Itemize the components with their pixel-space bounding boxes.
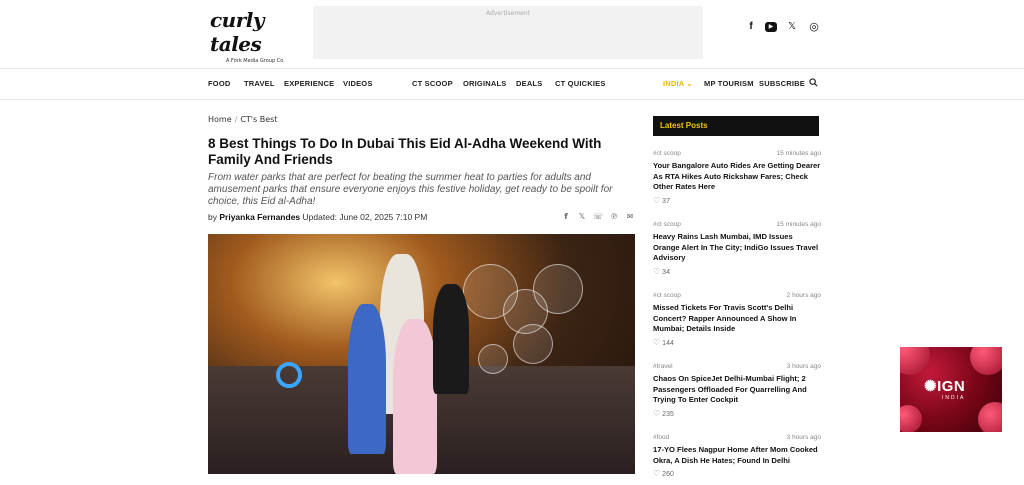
side-advertisement[interactable]: ✺IGN INDIA: [900, 347, 1002, 432]
post-time: 15 minutes ago: [776, 221, 821, 228]
ad-sub: INDIA: [942, 395, 966, 401]
nav-item-subscribe[interactable]: SUBSCRIBE: [759, 79, 805, 88]
nav-divider-top: [0, 68, 1024, 69]
region-selector[interactable]: INDIA ⌄: [663, 79, 693, 88]
nav-item-ct-quickies[interactable]: CT QUICKIES: [555, 79, 606, 88]
latest-post-item[interactable]: #ct scoop 2 hours ago Missed Tickets For …: [653, 292, 821, 347]
latest-post-item[interactable]: #ct scoop 15 minutes ago Your Bangalore A…: [653, 150, 821, 205]
share-email-icon[interactable]: ✉: [625, 212, 635, 222]
nav-item-mp-tourism[interactable]: MP TOURISM: [704, 79, 754, 88]
x-twitter-icon[interactable]: 𝕏: [786, 20, 798, 34]
heart-icon[interactable]: ♡: [653, 196, 660, 205]
latest-posts-heading: Latest Posts: [653, 116, 819, 136]
article-dek: From water parks that are perfect for be…: [208, 172, 613, 207]
author-link[interactable]: Priyanka Fernandes: [219, 212, 300, 222]
nav-item-experience[interactable]: EXPERIENCE: [284, 79, 334, 88]
post-title[interactable]: Heavy Rains Lash Mumbai, IMD Issues Oran…: [653, 232, 821, 264]
post-tag[interactable]: #travel: [653, 363, 673, 370]
post-time: 2 hours ago: [786, 292, 821, 299]
byline-prefix: by: [208, 212, 217, 222]
hero-figure-boy: [348, 304, 386, 454]
ad-brand: IGN: [937, 378, 966, 395]
hero-bubble: [513, 324, 553, 364]
ign-logo: ✺IGN: [924, 378, 966, 395]
top-advertisement[interactable]: Advertisement: [313, 6, 703, 59]
heart-icon[interactable]: ♡: [653, 469, 660, 478]
hero-bubble: [478, 344, 508, 374]
ad-orb: [978, 402, 1002, 432]
nav-item-videos[interactable]: VIDEOS: [343, 79, 373, 88]
search-icon[interactable]: [809, 78, 818, 87]
nav-item-travel[interactable]: TRAVEL: [244, 79, 275, 88]
article-title: 8 Best Things To Do In Dubai This Eid Al…: [208, 136, 602, 167]
article-hero-image: [208, 234, 635, 474]
updated-timestamp: Updated: June 02, 2025 7:10 PM: [302, 212, 428, 222]
nav-item-food[interactable]: FOOD: [208, 79, 230, 88]
heart-icon[interactable]: ♡: [653, 409, 660, 418]
share-pinterest-icon[interactable]: ℗: [609, 212, 619, 222]
nav-item-deals[interactable]: DEALS: [516, 79, 542, 88]
post-likes: 260: [662, 471, 674, 478]
ad-orb: [970, 347, 1002, 375]
post-likes: 144: [662, 339, 674, 347]
heart-icon[interactable]: ♡: [653, 338, 660, 347]
breadcrumb: Home / CT's Best: [208, 115, 277, 124]
logo-tagline: A Fork Media Group Co.: [226, 58, 285, 64]
logo-wordmark: curly tales: [210, 8, 264, 56]
post-tag[interactable]: #ct scoop: [653, 221, 681, 228]
latest-post-item[interactable]: #ct scoop 15 minutes ago Heavy Rains Lash…: [653, 221, 821, 276]
breadcrumb-separator: /: [234, 115, 238, 124]
latest-post-item[interactable]: #food 3 hours ago 17-YO Flees Nagpur Home…: [653, 434, 821, 478]
latest-post-item[interactable]: #travel 3 hours ago Chaos On SpiceJet Del…: [653, 363, 821, 418]
hero-figure-girl: [393, 319, 437, 474]
instagram-icon[interactable]: ◎: [808, 20, 820, 34]
post-tag[interactable]: #food: [653, 434, 669, 441]
ad-orb: [900, 347, 930, 375]
youtube-icon[interactable]: ▶: [765, 22, 777, 32]
nav-item-originals[interactable]: ORIGINALS: [463, 79, 506, 88]
breadcrumb-home[interactable]: Home: [208, 115, 232, 124]
post-likes: 34: [662, 268, 670, 276]
post-likes: 235: [662, 410, 674, 418]
post-time: 3 hours ago: [786, 434, 821, 441]
post-tag[interactable]: #ct scoop: [653, 292, 681, 299]
post-time: 3 hours ago: [786, 363, 821, 370]
share-x-icon[interactable]: 𝕏: [577, 212, 587, 222]
article-byline: by Priyanka Fernandes Updated: June 02, …: [208, 212, 427, 222]
hero-light-ring: [276, 362, 302, 388]
hero-figure-woman: [433, 284, 469, 394]
post-tag[interactable]: #ct scoop: [653, 150, 681, 157]
heart-icon[interactable]: ♡: [653, 267, 660, 276]
share-facebook-icon[interactable]: f: [561, 212, 571, 222]
ad-orb: [900, 405, 922, 432]
post-title[interactable]: Chaos On SpiceJet Delhi-Mumbai Flight; 2…: [653, 374, 821, 406]
hero-bubble: [533, 264, 583, 314]
facebook-icon[interactable]: f: [745, 20, 757, 34]
post-likes: 37: [662, 197, 670, 205]
breadcrumb-current[interactable]: CT's Best: [240, 115, 277, 124]
site-logo[interactable]: curly tales A Fork Media Group Co.: [210, 8, 290, 64]
share-whatsapp-icon[interactable]: ☏: [593, 212, 603, 222]
post-title[interactable]: Missed Tickets For Travis Scott's Delhi …: [653, 303, 821, 335]
post-time: 15 minutes ago: [776, 150, 821, 157]
ad-label: Advertisement: [485, 10, 531, 17]
nav-item-ct-scoop[interactable]: CT SCOOP: [412, 79, 453, 88]
post-title[interactable]: Your Bangalore Auto Rides Are Getting De…: [653, 161, 821, 193]
post-title[interactable]: 17-YO Flees Nagpur Home After Mom Cooked…: [653, 445, 821, 466]
nav-divider-bottom: [0, 99, 1024, 100]
